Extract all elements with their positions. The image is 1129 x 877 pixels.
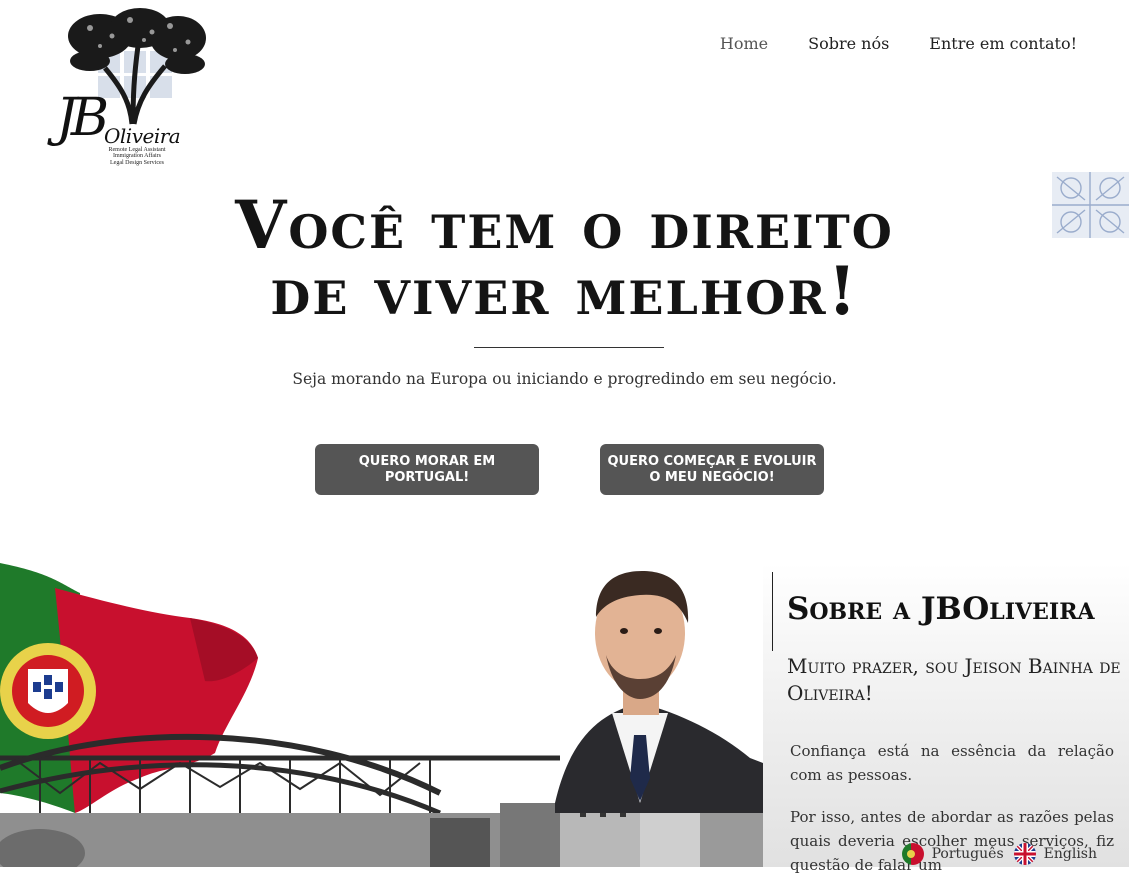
hero-collage-image bbox=[0, 563, 763, 867]
move-to-portugal-button[interactable]: Quero morar em Portugal! bbox=[315, 444, 539, 495]
nav-contact[interactable]: Entre em contato! bbox=[929, 34, 1077, 53]
button-label-line: Portugal! bbox=[384, 469, 470, 485]
language-label: English bbox=[1043, 846, 1097, 862]
about-paragraph: Confiança está na essência da relação co… bbox=[790, 742, 1114, 784]
about-lead: Muito prazer, sou Jeison Bainha de Olive… bbox=[787, 654, 1121, 705]
nav-home[interactable]: Home bbox=[720, 34, 768, 53]
about-section: Sobre a JBOliveira Muito prazer, sou Jei… bbox=[0, 563, 1129, 874]
founder-portrait-image bbox=[555, 571, 763, 813]
hero-subtitle: Seja morando na Europa ou iniciando e pr… bbox=[292, 370, 837, 388]
hero-divider bbox=[474, 347, 664, 348]
logo-monogram: JB bbox=[56, 88, 109, 148]
about-accent-bar bbox=[772, 572, 773, 651]
main-nav: Home Sobre nós Entre em contato! bbox=[720, 34, 1077, 53]
button-label-line: Quero morar em bbox=[358, 453, 496, 469]
uk-flag-icon bbox=[1013, 843, 1036, 865]
language-switcher: Português English bbox=[901, 843, 1097, 865]
about-title: Sobre a JBOliveira bbox=[787, 591, 1095, 627]
hero-title-line: Você tem o direito bbox=[235, 186, 894, 264]
logo-tagline: Remote Legal Assistant Immigration Affai… bbox=[97, 147, 177, 166]
tagline-line: Legal Design Services bbox=[110, 159, 164, 166]
portugal-flag-icon bbox=[0, 563, 258, 813]
portugal-flag-icon bbox=[901, 843, 924, 865]
language-option-portuguese[interactable]: Português bbox=[901, 843, 1004, 865]
hero-title-line: de viver melhor! bbox=[270, 252, 859, 330]
nav-about[interactable]: Sobre nós bbox=[808, 34, 889, 53]
about-paragraph: Por isso, antes de abordar as razões pel… bbox=[790, 808, 1114, 874]
button-label-line: Quero começar e evoluir bbox=[607, 453, 817, 469]
language-label: Português bbox=[931, 846, 1004, 862]
about-panel: Sobre a JBOliveira Muito prazer, sou Jei… bbox=[763, 563, 1129, 874]
hero-title: Você tem o direito de viver melhor! bbox=[0, 192, 1129, 324]
brand-logo[interactable]: JB Oliveira Remote Legal Assistant Immig… bbox=[52, 6, 222, 174]
start-business-button[interactable]: Quero começar e evoluir o meu negócio! bbox=[600, 444, 824, 495]
language-option-english[interactable]: English bbox=[1013, 843, 1097, 865]
button-label-line: o meu negócio! bbox=[649, 469, 775, 485]
logo-wordmark: Oliveira bbox=[104, 124, 181, 148]
